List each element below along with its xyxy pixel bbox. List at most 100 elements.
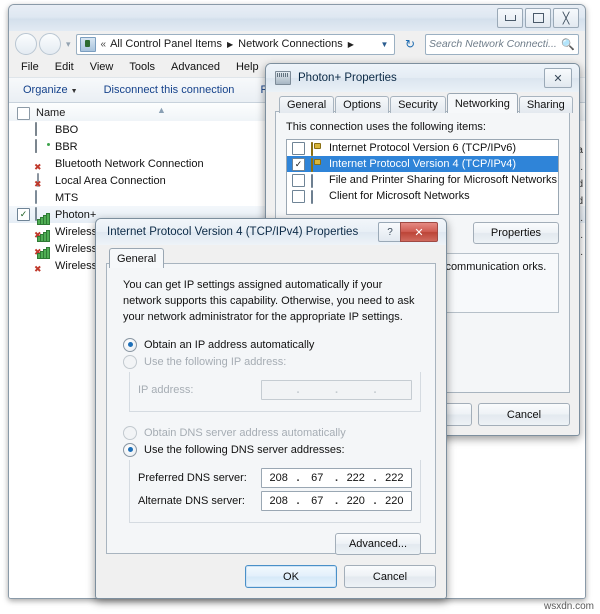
address-bar[interactable]: « All Control Panel Items ▶ Network Conn…: [75, 33, 395, 55]
obtain-ip-automatically-radio[interactable]: Obtain an IP address automatically: [123, 337, 421, 352]
ok-button[interactable]: OK: [245, 565, 337, 588]
preferred-dns-octet-2: 67: [311, 472, 324, 485]
explorer-title-bar: ╳: [9, 5, 585, 31]
item-checkbox[interactable]: [17, 174, 30, 187]
preferred-dns-octet-4: 222: [385, 472, 404, 485]
refresh-icon[interactable]: ↻: [399, 34, 421, 55]
photon-dialog-title: Photon+ Properties: [298, 72, 397, 84]
tab-general[interactable]: General: [109, 248, 165, 268]
menu-tools[interactable]: Tools: [129, 61, 155, 73]
item-checkbox[interactable]: [17, 157, 30, 170]
properties-button[interactable]: Properties: [473, 222, 559, 244]
close-icon[interactable]: ✕: [544, 68, 572, 88]
ipv4-dialog-footer: OK Cancel: [106, 565, 436, 588]
item-checkbox[interactable]: [17, 225, 30, 238]
recent-pages-chevron-icon[interactable]: ▾: [66, 39, 71, 50]
control-panel-icon: [79, 36, 96, 52]
item-checkbox-checked[interactable]: ✓: [17, 208, 30, 221]
item-checkbox[interactable]: [292, 189, 305, 203]
tab-general[interactable]: General: [279, 96, 335, 113]
menu-help[interactable]: Help: [236, 61, 259, 73]
organize-button[interactable]: Organize ▼: [23, 84, 78, 96]
tab-sharing[interactable]: Sharing: [518, 96, 573, 113]
item-checkbox[interactable]: [292, 173, 305, 187]
tab-options[interactable]: Options: [335, 96, 390, 113]
close-button[interactable]: ╳: [553, 8, 579, 28]
preferred-dns-row: Preferred DNS server: 208. 67. 222. 222: [138, 468, 412, 489]
client-icon: [311, 189, 324, 204]
list-item-label: Internet Protocol Version 4 (TCP/IPv4): [329, 158, 517, 170]
list-item[interactable]: Internet Protocol Version 6 (TCP/IPv6): [287, 140, 558, 156]
search-icon: 🔍: [561, 38, 575, 51]
protocol-icon: [311, 157, 324, 172]
network-items-list[interactable]: Internet Protocol Version 6 (TCP/IPv6) ✓…: [286, 139, 559, 215]
list-item-label: File and Printer Sharing for Microsoft N…: [329, 174, 558, 186]
preferred-dns-octet-3: 222: [346, 472, 365, 485]
list-item-label: BBO: [55, 123, 79, 136]
address-dropdown-icon[interactable]: ▼: [377, 40, 392, 49]
disconnect-button[interactable]: Disconnect this connection: [104, 84, 235, 96]
item-checkbox[interactable]: [17, 123, 30, 136]
cancel-button[interactable]: Cancel: [344, 565, 436, 588]
wireless-icon: ✖: [34, 247, 51, 274]
list-item[interactable]: File and Printer Sharing for Microsoft N…: [287, 172, 558, 188]
list-item-label: Bluetooth Network Connection: [55, 157, 204, 170]
list-item-label: Local Area Connection: [55, 174, 166, 187]
search-placeholder: Search Network Connecti...: [429, 38, 557, 50]
obtain-dns-automatically-radio[interactable]: Obtain DNS server address automatically: [123, 425, 421, 440]
minimize-button[interactable]: [497, 8, 523, 28]
menu-advanced[interactable]: Advanced: [171, 61, 220, 73]
menu-edit[interactable]: Edit: [55, 61, 74, 73]
intro-text: You can get IP settings assigned automat…: [123, 279, 415, 323]
item-checkbox[interactable]: [17, 259, 30, 272]
use-following-ip-radio[interactable]: Use the following IP address:: [123, 354, 421, 369]
item-checkbox[interactable]: [17, 191, 30, 204]
close-icon[interactable]: ✕: [400, 222, 438, 242]
lan-adapter-icon: ✖: [34, 173, 51, 189]
list-item-ipv4[interactable]: ✓ Internet Protocol Version 4 (TCP/IPv4): [287, 156, 558, 172]
list-item[interactable]: Client for Microsoft Networks: [287, 188, 558, 204]
modem-icon: [35, 122, 51, 136]
protocol-icon: [311, 141, 324, 156]
alternate-dns-octet-2: 67: [311, 495, 324, 508]
obtain-dns-automatically-label: Obtain DNS server address automatically: [144, 426, 346, 439]
item-checkbox[interactable]: [17, 140, 30, 153]
search-input[interactable]: Search Network Connecti... 🔍: [425, 33, 579, 55]
breadcrumb-network-connections[interactable]: Network Connections: [236, 38, 345, 50]
use-following-dns-radio[interactable]: Use the following DNS server addresses:: [123, 442, 421, 457]
tab-networking[interactable]: Networking: [446, 93, 518, 113]
organize-label: Organize: [23, 84, 68, 96]
list-item-label: Photon+: [55, 208, 97, 221]
advanced-row: Advanced...: [121, 532, 421, 555]
breadcrumb-overflow-icon[interactable]: «: [99, 39, 109, 50]
use-following-dns-label: Use the following DNS server addresses:: [144, 443, 345, 456]
item-checkbox-checked[interactable]: ✓: [292, 157, 305, 171]
maximize-button[interactable]: [525, 8, 551, 28]
alternate-dns-input[interactable]: 208. 67. 220. 220: [260, 491, 412, 512]
ipv4-properties-dialog: Internet Protocol Version 4 (TCP/IPv4) P…: [95, 218, 447, 599]
preferred-dns-input[interactable]: 208. 67. 222. 222: [260, 468, 412, 489]
alternate-dns-octet-4: 220: [385, 495, 404, 508]
menu-view[interactable]: View: [90, 61, 114, 73]
breadcrumb-separator-icon-2: ▶: [347, 39, 354, 49]
help-icon[interactable]: ?: [378, 222, 402, 242]
menu-file[interactable]: File: [21, 61, 39, 73]
network-icon: [275, 71, 291, 85]
obtain-ip-automatically-label: Obtain an IP address automatically: [144, 338, 315, 351]
back-button[interactable]: [15, 33, 37, 55]
general-tab-panel: You can get IP settings assigned automat…: [106, 263, 436, 555]
forward-button[interactable]: [39, 33, 61, 55]
window-controls: ╳: [497, 8, 579, 28]
network-icon: [35, 190, 51, 204]
item-checkbox[interactable]: [17, 242, 30, 255]
preferred-dns-octet-1: 208: [269, 472, 288, 485]
select-all-checkbox[interactable]: [17, 106, 30, 120]
breadcrumb-all-control-panel-items[interactable]: All Control Panel Items: [108, 38, 224, 50]
cancel-button[interactable]: Cancel: [478, 403, 570, 426]
item-checkbox[interactable]: [292, 141, 305, 155]
manual-ip-group: IP address: . . .: [129, 371, 421, 412]
radio-indicator: [123, 442, 137, 457]
ip-address-input[interactable]: . . .: [260, 380, 412, 401]
advanced-button[interactable]: Advanced...: [335, 532, 421, 555]
tab-security[interactable]: Security: [390, 96, 446, 113]
